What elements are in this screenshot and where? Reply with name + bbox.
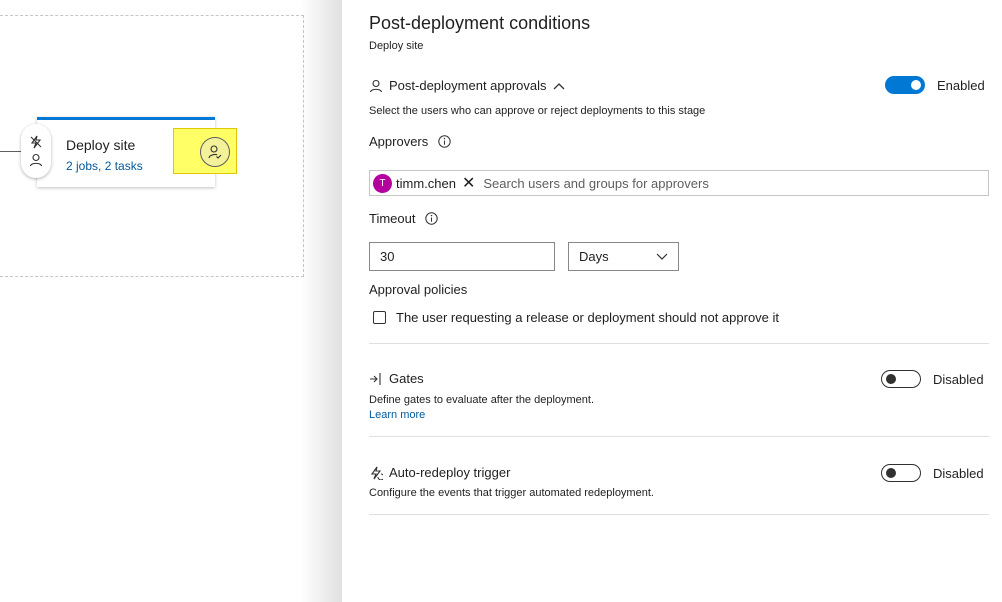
pipeline-connector bbox=[0, 151, 22, 152]
approvers-picker[interactable]: T timm.chen ✕ bbox=[369, 170, 989, 196]
approval-policies-label: Approval policies bbox=[369, 282, 468, 297]
learn-more-link[interactable]: Learn more bbox=[369, 409, 425, 421]
policy-checkbox-row[interactable]: The user requesting a release or deploym… bbox=[373, 310, 779, 325]
panel-title: Post-deployment conditions bbox=[369, 13, 591, 33]
stage-name: Deploy site bbox=[66, 137, 136, 153]
gates-toggle[interactable] bbox=[881, 370, 921, 388]
approver-name: timm.chen bbox=[396, 175, 456, 191]
pre-deployment-conditions-button[interactable] bbox=[21, 124, 51, 178]
timeout-unit-value: Days bbox=[579, 249, 609, 264]
approvals-header[interactable]: Post-deployment approvals bbox=[369, 78, 565, 93]
panel-subtitle: Deploy site bbox=[369, 40, 424, 52]
timeout-label: Timeout bbox=[369, 211, 416, 226]
post-deployment-conditions-button[interactable] bbox=[200, 137, 230, 167]
redeploy-description: Configure the events that trigger automa… bbox=[369, 487, 654, 499]
chevron-up-icon[interactable] bbox=[553, 82, 565, 90]
approvers-label-row: Approvers bbox=[369, 134, 451, 149]
post-deployment-panel: Post-deployment conditions Deploy site P… bbox=[342, 0, 1002, 602]
lightning-icon bbox=[369, 466, 383, 480]
approvals-heading: Post-deployment approvals bbox=[389, 78, 547, 93]
stage-summary-link[interactable]: 2 jobs, 2 tasks bbox=[66, 159, 143, 173]
info-icon[interactable] bbox=[425, 212, 439, 225]
person-icon bbox=[369, 79, 383, 93]
timeout-input[interactable] bbox=[369, 242, 555, 271]
gates-description: Define gates to evaluate after the deplo… bbox=[369, 394, 595, 406]
panel-shadow bbox=[300, 0, 342, 602]
remove-approver-icon[interactable]: ✕ bbox=[462, 173, 475, 193]
approvals-toggle-group[interactable]: Enabled bbox=[885, 76, 985, 94]
lightning-icon bbox=[29, 135, 43, 149]
approvals-description: Select the users who can approve or reje… bbox=[369, 105, 706, 117]
gates-toggle-label: Disabled bbox=[933, 371, 984, 387]
section-divider bbox=[369, 343, 989, 344]
redeploy-heading: Auto-redeploy trigger bbox=[389, 465, 511, 480]
approver-chip: T timm.chen bbox=[370, 173, 456, 193]
info-icon[interactable] bbox=[438, 135, 451, 148]
gates-toggle-group[interactable]: Disabled bbox=[881, 370, 984, 388]
redeploy-toggle-group[interactable]: Disabled bbox=[881, 464, 984, 482]
redeploy-toggle[interactable] bbox=[881, 464, 921, 482]
section-divider bbox=[369, 436, 989, 437]
pipeline-canvas: Deploy site 2 jobs, 2 tasks bbox=[0, 0, 342, 602]
gates-header: Gates bbox=[369, 371, 424, 386]
avatar: T bbox=[373, 173, 392, 193]
timeout-label-row: Timeout bbox=[369, 211, 439, 226]
redeploy-toggle-label: Disabled bbox=[933, 465, 984, 481]
timeout-unit-dropdown[interactable]: Days bbox=[568, 242, 679, 271]
gate-arrow-icon bbox=[369, 372, 383, 386]
approvers-label: Approvers bbox=[369, 134, 429, 149]
approvals-toggle[interactable] bbox=[885, 76, 925, 94]
gates-heading: Gates bbox=[389, 371, 424, 386]
policy-checkbox-label: The user requesting a release or deploym… bbox=[396, 310, 780, 325]
person-icon bbox=[29, 153, 43, 167]
approver-search-input[interactable] bbox=[481, 174, 988, 192]
redeploy-header: Auto-redeploy trigger bbox=[369, 465, 510, 480]
person-check-icon bbox=[207, 144, 223, 160]
policy-checkbox[interactable] bbox=[373, 311, 386, 324]
approvals-toggle-label: Enabled bbox=[937, 77, 985, 93]
section-divider bbox=[369, 514, 989, 515]
chevron-down-icon bbox=[656, 253, 668, 261]
